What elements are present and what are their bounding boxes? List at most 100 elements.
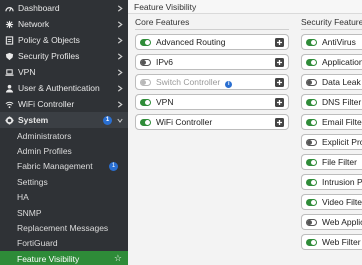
chevron-right-icon <box>116 68 124 76</box>
feature-label: Web Filter <box>322 237 361 247</box>
feature-label: Switch Controller i <box>156 77 275 88</box>
toggle-switch[interactable] <box>306 218 317 226</box>
sidebar-item-label: Policy & Objects <box>18 35 80 45</box>
toggle-switch[interactable] <box>306 38 317 46</box>
plus-icon[interactable] <box>275 77 284 87</box>
laptop-icon <box>4 67 14 77</box>
sidebar-subitem-label: Administrators <box>17 130 72 141</box>
feature-toggle-switch-controller[interactable]: Switch Controller i <box>135 74 289 90</box>
feature-toggle-vpn[interactable]: VPN <box>135 94 289 110</box>
toggle-switch[interactable] <box>140 58 151 66</box>
toggle-switch[interactable] <box>306 138 317 146</box>
sidebar-subitem-label: Fabric Management <box>17 161 93 172</box>
plus-icon[interactable] <box>275 117 284 127</box>
feature-label: Video Filter <box>322 197 362 207</box>
policy-icon <box>4 35 14 45</box>
sidebar-item-vpn[interactable]: VPN <box>0 64 128 80</box>
chevron-right-icon <box>116 100 124 108</box>
chevron-right-icon <box>116 4 124 12</box>
toggle-switch[interactable] <box>306 238 317 246</box>
feature-toggle-antivirus[interactable]: AntiVirus <box>301 34 362 50</box>
star-icon[interactable]: ☆ <box>114 253 122 264</box>
feature-label: Explicit Proxy <box>322 137 362 147</box>
sidebar-subitem-label: Settings <box>17 176 48 187</box>
feature-label: DNS Filter <box>322 97 362 107</box>
toggle-switch[interactable] <box>306 198 317 206</box>
feature-label: IPv6 <box>156 57 174 67</box>
core-features-column: Core Features Advanced Routing IPv6 Swit… <box>135 15 289 134</box>
feature-label: Email Filter <box>322 117 362 127</box>
info-icon[interactable]: i <box>225 80 233 88</box>
sidebar-item-security-profiles[interactable]: Security Profiles <box>0 48 128 64</box>
sidebar-item-user-authentication[interactable]: User & Authentication <box>0 80 128 96</box>
sidebar-item-wifi-controller[interactable]: WiFi Controller <box>0 96 128 112</box>
sidebar-item-label: Dashboard <box>18 3 60 13</box>
sidebar-subitem-fortiguard[interactable]: FortiGuard <box>0 236 128 251</box>
sidebar-subitem-admin-profiles[interactable]: Admin Profiles <box>0 143 128 158</box>
chevron-right-icon <box>116 20 124 28</box>
feature-toggle-file-filter[interactable]: File Filter <box>301 154 362 170</box>
plus-icon[interactable] <box>275 97 284 107</box>
sidebar-subitem-label: SNMP <box>17 207 42 218</box>
toggle-switch[interactable] <box>140 98 151 106</box>
chevron-right-icon <box>116 36 124 44</box>
feature-toggle-web-application-firewall[interactable]: Web Applicat <box>301 214 362 230</box>
notification-badge: 1 <box>103 115 112 125</box>
security-features-column: Security Features AntiVirus Application … <box>301 15 362 254</box>
feature-label: VPN <box>156 97 174 107</box>
sidebar-subitem-settings[interactable]: Settings <box>0 174 128 189</box>
sidebar-subitem-ha[interactable]: HA <box>0 190 128 205</box>
feature-toggle-video-filter[interactable]: Video Filter <box>301 194 362 210</box>
sidebar-item-policy-objects[interactable]: Policy & Objects <box>0 32 128 48</box>
sidebar-item-label: Security Profiles <box>18 51 80 61</box>
toggle-switch[interactable] <box>306 98 317 106</box>
toggle-switch[interactable] <box>306 178 317 186</box>
security-features-header: Security Features <box>301 15 362 30</box>
sidebar-subitem-feature-visibility[interactable]: Feature Visibility ☆ <box>0 251 128 265</box>
shield-icon <box>4 51 14 61</box>
plus-icon[interactable] <box>275 57 284 67</box>
toggle-switch[interactable] <box>140 78 151 86</box>
sidebar-item-dashboard[interactable]: Dashboard <box>0 0 128 16</box>
toggle-switch[interactable] <box>306 158 317 166</box>
user-icon <box>4 83 14 93</box>
feature-label: WiFi Controller <box>156 117 213 127</box>
toggle-switch[interactable] <box>306 118 317 126</box>
sidebar-subitem-fabric-management[interactable]: Fabric Management 1 <box>0 159 128 174</box>
toggle-switch[interactable] <box>306 58 317 66</box>
plus-icon[interactable] <box>275 37 284 47</box>
sidebar-item-system[interactable]: System 1 <box>0 112 128 128</box>
feature-toggle-email-filter[interactable]: Email Filter <box>301 114 362 130</box>
feature-label-text: Switch Controller <box>156 76 221 87</box>
feature-toggle-ipv6[interactable]: IPv6 <box>135 54 289 70</box>
sidebar-subitem-administrators[interactable]: Administrators <box>0 128 128 143</box>
sidebar-subitem-replacement-messages[interactable]: Replacement Messages <box>0 220 128 235</box>
sidebar-subitem-label: FortiGuard <box>17 238 58 249</box>
feature-toggle-data-leak-prevention[interactable]: Data Leak Pr <box>301 74 362 90</box>
sidebar-item-network[interactable]: Network <box>0 16 128 32</box>
feature-toggle-wifi-controller[interactable]: WiFi Controller <box>135 114 289 130</box>
network-icon <box>4 19 14 29</box>
feature-toggle-web-filter[interactable]: Web Filter <box>301 234 362 250</box>
sidebar-item-label: System <box>18 115 49 125</box>
feature-toggle-advanced-routing[interactable]: Advanced Routing <box>135 34 289 50</box>
toggle-switch[interactable] <box>140 118 151 126</box>
gear-icon <box>4 115 14 125</box>
toggle-switch[interactable] <box>140 38 151 46</box>
feature-label: File Filter <box>322 157 357 167</box>
feature-toggle-intrusion-prevention[interactable]: Intrusion Pre <box>301 174 362 190</box>
page-title: Feature Visibility <box>128 0 362 14</box>
feature-toggle-dns-filter[interactable]: DNS Filter <box>301 94 362 110</box>
notification-badge: 1 <box>109 161 118 171</box>
feature-label: Intrusion Pre <box>322 177 362 187</box>
sidebar-subitem-snmp[interactable]: SNMP <box>0 205 128 220</box>
sidebar-subitem-label: Feature Visibility <box>17 253 80 264</box>
feature-label: AntiVirus <box>322 37 356 47</box>
feature-toggle-application-control[interactable]: Application C <box>301 54 362 70</box>
feature-toggle-explicit-proxy[interactable]: Explicit Proxy <box>301 134 362 150</box>
toggle-switch[interactable] <box>306 78 317 86</box>
sidebar-item-label: WiFi Controller <box>18 99 75 109</box>
wifi-icon <box>4 99 14 109</box>
chevron-down-icon <box>116 116 124 124</box>
dashboard-icon <box>4 3 14 13</box>
